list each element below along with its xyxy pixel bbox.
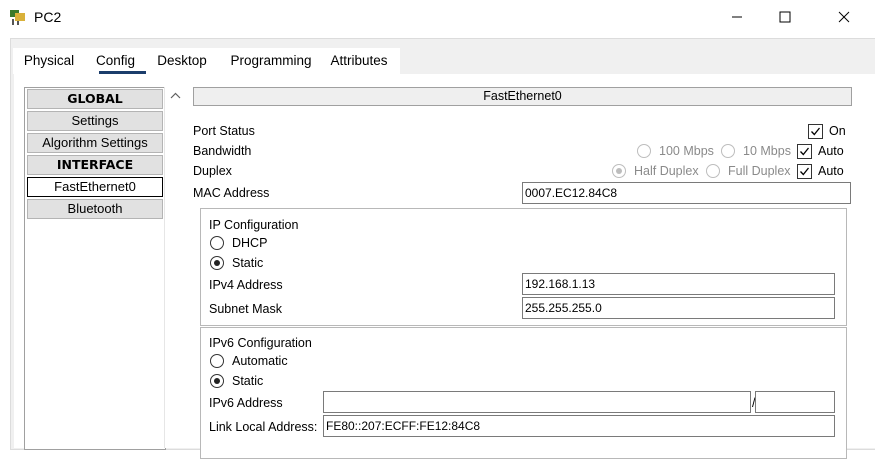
- duplex-auto-label: Auto: [818, 164, 844, 178]
- ipv4-address-label: IPv4 Address: [209, 278, 283, 292]
- duplex-full-radio[interactable]: [706, 164, 720, 178]
- ipv6-static-radio[interactable]: [210, 374, 224, 388]
- ipv6-configuration-title: IPv6 Configuration: [209, 336, 312, 350]
- bandwidth-auto-checkbox[interactable]: [797, 144, 812, 159]
- ipv6-automatic-radio[interactable]: [210, 354, 224, 368]
- static-ipv4-radio[interactable]: [210, 256, 224, 270]
- tab-desktop[interactable]: Desktop: [150, 48, 214, 74]
- ip-configuration-title: IP Configuration: [209, 218, 299, 232]
- sidebar-scrollbar[interactable]: [164, 87, 187, 448]
- bandwidth-10mbps-radio[interactable]: [721, 144, 735, 158]
- dhcp-label: DHCP: [232, 236, 268, 250]
- ipv6-static-label: Static: [232, 374, 264, 388]
- minimize-icon: [732, 16, 742, 18]
- panel-title: FastEthernet0: [193, 87, 852, 106]
- duplex-auto-checkbox[interactable]: [797, 164, 812, 179]
- sidebar-item-algorithm-settings[interactable]: Algorithm Settings: [27, 133, 163, 153]
- checkmark-icon: [800, 167, 810, 176]
- tab-bar: Physical Config Desktop Programming Attr…: [13, 48, 400, 74]
- ipv6-address-label: IPv6 Address: [209, 396, 283, 410]
- static-ipv4-label: Static: [232, 256, 264, 270]
- bandwidth-100mbps-label: 100 Mbps: [659, 144, 714, 158]
- dhcp-radio[interactable]: [210, 236, 224, 250]
- window-title: PC2: [34, 9, 62, 25]
- close-icon: [838, 11, 850, 23]
- bandwidth-auto-label: Auto: [818, 144, 844, 158]
- sidebar-header-interface: INTERFACE: [27, 155, 163, 175]
- sidebar-item-bluetooth[interactable]: Bluetooth: [27, 199, 163, 219]
- ipv6-prefix-field[interactable]: [755, 391, 835, 413]
- ip-configuration-group: IP Configuration DHCP Static IPv4 Addres…: [200, 208, 847, 326]
- ipv6-configuration-group: IPv6 Configuration Automatic Static IPv6…: [200, 327, 847, 459]
- ipv6-address-field[interactable]: [323, 391, 751, 413]
- mac-address-label: MAC Address: [193, 186, 270, 200]
- tab-physical[interactable]: Physical: [13, 48, 85, 74]
- tab-attributes[interactable]: Attributes: [326, 48, 392, 74]
- sidebar-item-settings[interactable]: Settings: [27, 111, 163, 131]
- port-status-on-label: On: [829, 124, 846, 138]
- bandwidth-10mbps-label: 10 Mbps: [743, 144, 791, 158]
- packet-tracer-app-icon: [9, 8, 27, 26]
- close-button[interactable]: [821, 0, 867, 34]
- interface-panel: FastEthernet0 Port Status On Bandwidth 1…: [193, 87, 852, 459]
- panel-scrollbar[interactable]: [852, 87, 875, 448]
- duplex-label: Duplex: [193, 164, 232, 178]
- duplex-half-radio[interactable]: [612, 164, 626, 178]
- bandwidth-label: Bandwidth: [193, 144, 252, 158]
- subnet-mask-field[interactable]: 255.255.255.0: [522, 297, 835, 319]
- link-local-address-field[interactable]: FE80::207:ECFF:FE12:84C8: [323, 415, 835, 437]
- sidebar-item-fastethernet0[interactable]: FastEthernet0: [27, 177, 163, 197]
- subnet-mask-label: Subnet Mask: [209, 302, 282, 316]
- ipv4-address-field[interactable]: 192.168.1.13: [522, 273, 835, 295]
- title-bar: PC2: [0, 0, 875, 34]
- maximize-icon: [779, 11, 791, 23]
- checkmark-icon: [811, 127, 821, 136]
- sidebar: GLOBAL Settings Algorithm Settings INTER…: [24, 87, 166, 450]
- minimize-button[interactable]: [714, 0, 760, 34]
- bandwidth-100mbps-radio[interactable]: [637, 144, 651, 158]
- mac-address-field[interactable]: 0007.EC12.84C8: [522, 182, 851, 204]
- tab-programming[interactable]: Programming: [223, 48, 319, 74]
- duplex-full-label: Full Duplex: [728, 164, 791, 178]
- port-status-label: Port Status: [193, 124, 255, 138]
- maximize-button[interactable]: [762, 0, 808, 34]
- link-local-address-label: Link Local Address:: [209, 420, 318, 434]
- sidebar-header-global: GLOBAL: [27, 89, 163, 109]
- ipv6-automatic-label: Automatic: [232, 354, 288, 368]
- port-status-on-checkbox[interactable]: [808, 124, 823, 139]
- duplex-half-label: Half Duplex: [634, 164, 699, 178]
- checkmark-icon: [800, 147, 810, 156]
- scroll-up-arrow-icon[interactable]: [170, 91, 181, 102]
